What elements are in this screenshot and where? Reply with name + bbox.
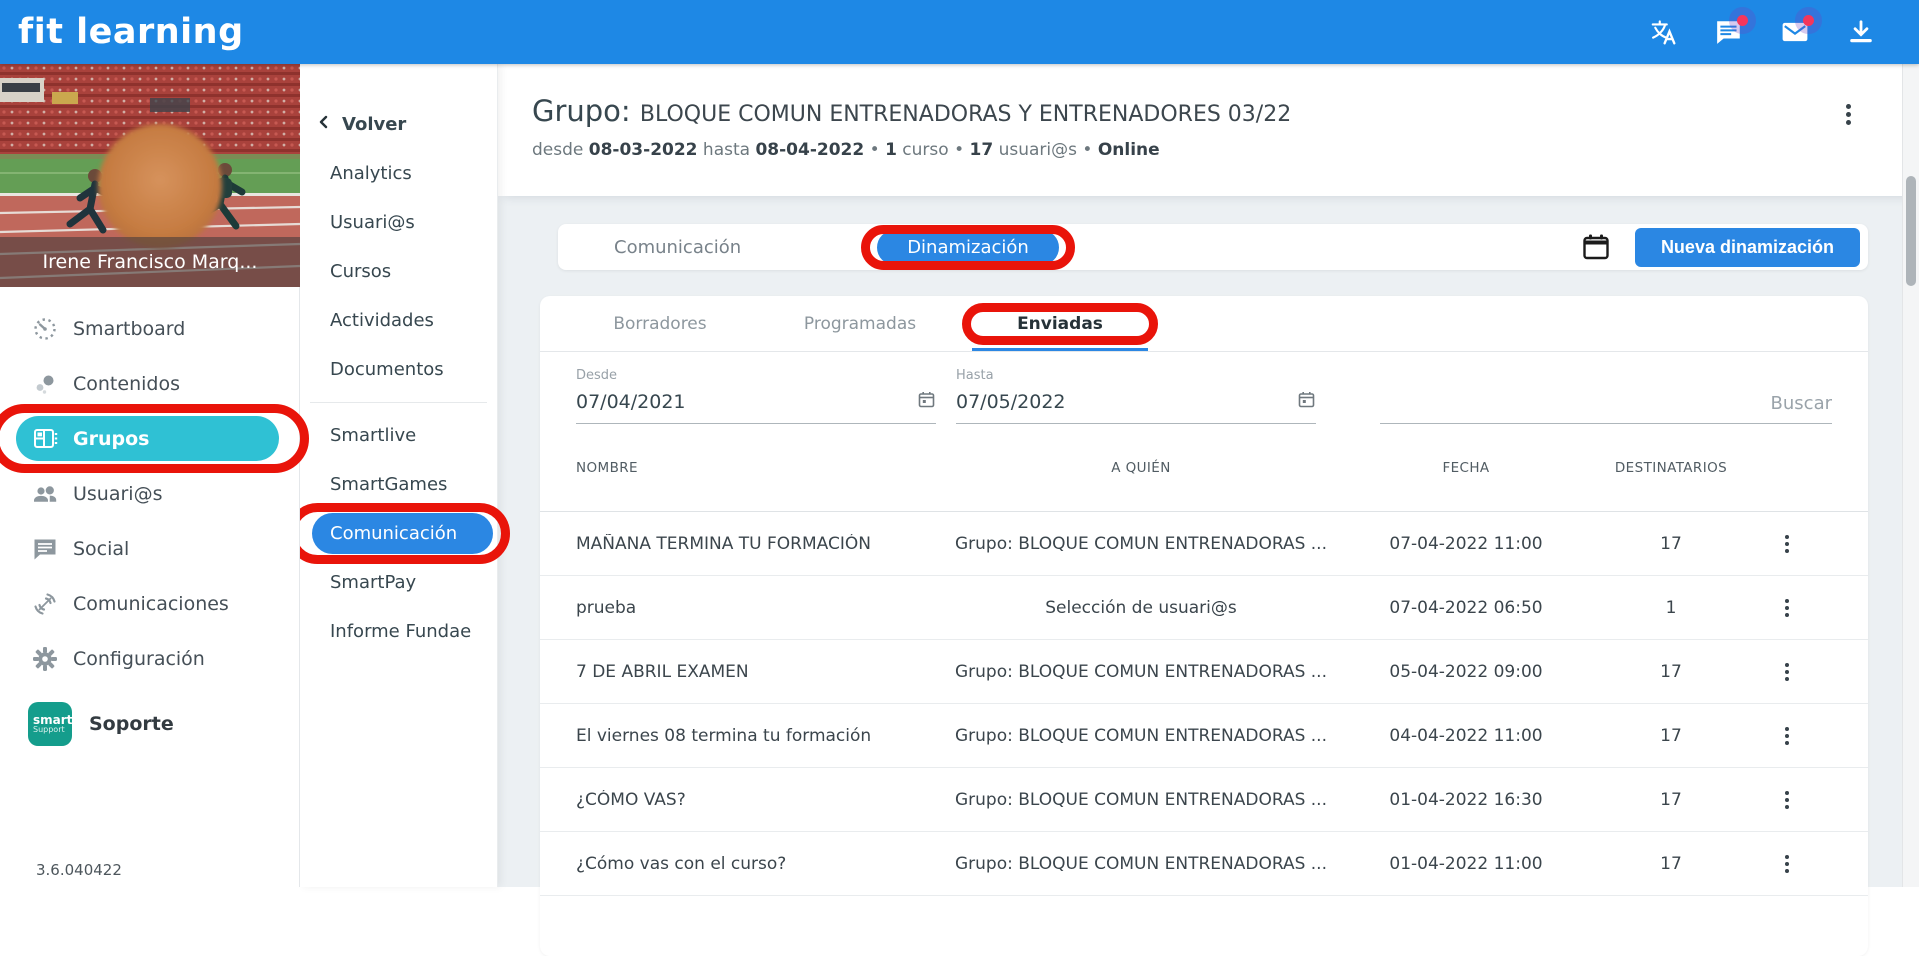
kebab-icon [1846,104,1851,125]
sidebar-item-label: Grupos [73,428,149,450]
group-sidebar: Volver Analytics Usuari@s Cursos Activid… [300,64,498,887]
table-row[interactable]: MAÑANA TERMINA TU FORMACIÓN Grupo: BLOQU… [540,512,1868,576]
search-input[interactable] [1380,393,1832,424]
group-subtitle: desde 08-03-2022 hasta 08-04-2022 • 1 cu… [532,140,1919,160]
subnav-comunicacion[interactable]: Comunicación [312,513,493,554]
sidebar-item-label: Social [73,538,129,560]
gauge-icon [32,316,58,342]
subnav-divider [310,402,487,403]
date-from-field[interactable]: Desde 07/04/2021 [576,368,936,424]
subnav-documentos[interactable]: Documentos [300,345,497,394]
tab-comunicacion[interactable]: Comunicación [598,237,757,258]
tab-borradores[interactable]: Borradores [560,296,760,351]
table-row[interactable]: prueba Selección de usuari@s 07-04-2022 … [540,576,1868,640]
subnav-smartlive[interactable]: Smartlive [300,411,497,460]
col-nombre: NOMBRE [576,460,951,476]
calendar-small-icon[interactable] [917,390,936,414]
row-menu-icon[interactable] [1741,599,1832,617]
primary-sidebar: Irene Francisco Marq... Smartboard C [0,64,300,887]
sidebar-item-usuarios[interactable]: Usuari@s [0,466,299,521]
date-from-value: 07/04/2021 [576,391,686,413]
vertical-scrollbar[interactable] [1902,64,1919,887]
translate-icon[interactable] [1649,18,1677,46]
communication-toolbar: Comunicación Dinamización Nueva dinamiza… [558,224,1868,270]
group-name: BLOQUE COMUN ENTRENADORAS Y ENTRENADORES… [640,102,1291,127]
table-row[interactable]: ¿CÓMO VAS? Grupo: BLOQUE COMUN ENTRENADO… [540,768,1868,832]
new-dinamization-button[interactable]: Nueva dinamización [1635,228,1860,267]
sidebar-item-contenidos[interactable]: Contenidos [0,356,299,411]
subnav-smartgames[interactable]: SmartGames [300,460,497,509]
subnav-smartpay[interactable]: SmartPay [300,558,497,607]
calendar-small-icon[interactable] [1297,390,1316,414]
tab-programadas[interactable]: Programadas [760,296,960,351]
signal-icon [32,591,58,617]
col-a-quien: A QUIÉN [951,460,1331,476]
group-header: Grupo: BLOQUE COMUN ENTRENADORAS Y ENTRE… [498,64,1919,196]
main-content: Grupo: BLOQUE COMUN ENTRENADORAS Y ENTRE… [498,64,1919,887]
messages-tabs: Borradores Programadas Enviadas [540,296,1868,352]
subnav-informe-fundae[interactable]: Informe Fundae [300,607,497,656]
table-row[interactable]: El viernes 08 termina tu formación Grupo… [540,704,1868,768]
download-icon[interactable] [1847,18,1875,46]
search-field [1380,368,1832,424]
smart-support-logo: smart Support [28,702,72,746]
mail-notification-dot [1803,15,1814,26]
page-title: Grupo: BLOQUE COMUN ENTRENADORAS Y ENTRE… [532,94,1919,128]
back-button[interactable]: Volver [300,100,497,149]
top-app-bar: fit learning [0,0,1919,64]
gear-icon [32,646,58,672]
sidebar-item-soporte[interactable]: smart Support Soporte [0,702,299,746]
table-row[interactable]: ¿Cómo vas con el curso? Grupo: BLOQUE CO… [540,832,1868,896]
date-to-value: 07/05/2022 [956,391,1066,413]
chat-square-icon [32,536,58,562]
row-menu-icon[interactable] [1741,727,1832,745]
topbar-actions [1649,0,1875,64]
filters-row: Desde 07/04/2021 Hasta [540,352,1868,424]
sidebar-item-label: Usuari@s [73,483,162,505]
bubbles-icon [32,371,58,397]
chevron-left-icon [316,114,332,135]
subnav-cursos[interactable]: Cursos [300,247,497,296]
row-menu-icon[interactable] [1741,855,1832,873]
sidebar-item-label: Configuración [73,648,205,670]
subnav-actividades[interactable]: Actividades [300,296,497,345]
row-menu-icon[interactable] [1741,791,1832,809]
app-version: 3.6.040422 [36,861,122,879]
profile-photo: Irene Francisco Marq... [0,64,300,287]
subnav-usuarios[interactable]: Usuari@s [300,198,497,247]
sidebar-item-configuracion[interactable]: Configuración [0,631,299,686]
sidebar-menu: Smartboard Contenidos [0,287,299,746]
date-to-field[interactable]: Hasta 07/05/2022 [956,368,1316,424]
sidebar-item-smartboard[interactable]: Smartboard [0,301,299,356]
soporte-label: Soporte [89,713,174,735]
mail-icon[interactable] [1781,18,1809,46]
sidebar-item-grupos[interactable]: Grupos [16,416,279,461]
people-icon [32,481,58,507]
app-logo: fit learning [18,12,244,52]
table-row[interactable]: 7 DE ABRIL EXAMEN Grupo: BLOQUE COMUN EN… [540,640,1868,704]
table-header: NOMBRE A QUIÉN FECHA DESTINATARIOS [540,424,1868,512]
tab-enviadas[interactable]: Enviadas [960,296,1160,351]
calendar-icon[interactable] [1581,232,1611,262]
subnav-analytics[interactable]: Analytics [300,149,497,198]
col-fecha: FECHA [1331,460,1601,476]
tab-dinamizacion[interactable]: Dinamización [877,230,1059,265]
sidebar-item-label: Comunicaciones [73,593,229,615]
sidebar-item-comunicaciones[interactable]: Comunicaciones [0,576,299,631]
row-menu-icon[interactable] [1741,663,1832,681]
sidebar-item-label: Contenidos [73,373,180,395]
sidebar-item-social[interactable]: Social [0,521,299,576]
scrollbar-thumb[interactable] [1906,176,1916,286]
sidebar-item-label: Smartboard [73,318,185,340]
chat-icon[interactable] [1715,18,1743,46]
user-name: Irene Francisco Marq... [0,237,300,287]
messages-card: Borradores Programadas Enviadas Desde 07… [540,296,1868,956]
row-menu-icon[interactable] [1741,535,1832,553]
active-tab-underline [972,348,1148,351]
col-destinatarios: DESTINATARIOS [1601,460,1741,476]
group-menu-button[interactable] [1846,104,1851,125]
grid-icon [32,426,58,452]
chat-notification-dot [1737,15,1748,26]
